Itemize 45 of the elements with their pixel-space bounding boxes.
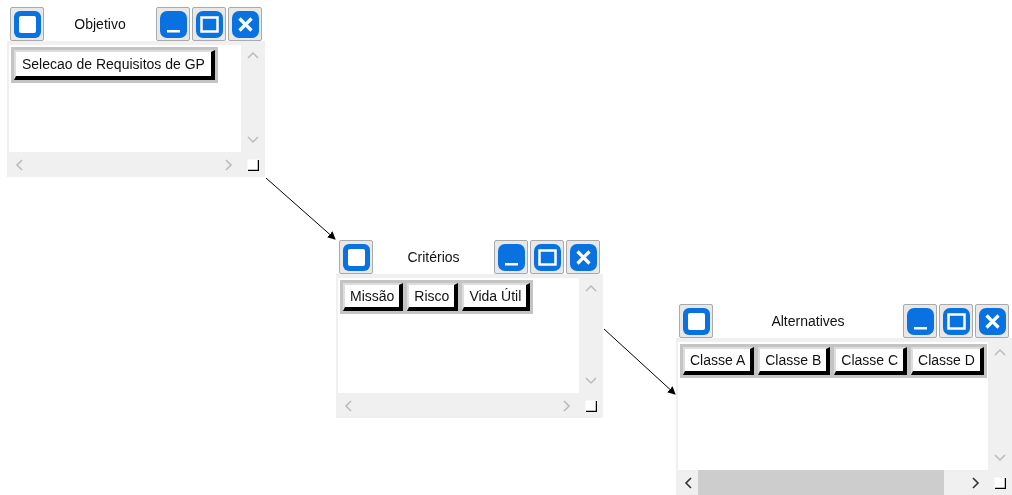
- window-menu-button[interactable]: [339, 240, 373, 274]
- square-icon: [12, 9, 42, 39]
- maximize-button[interactable]: [192, 7, 226, 41]
- minimize-button[interactable]: [156, 7, 190, 41]
- window-menu-button[interactable]: [10, 7, 44, 41]
- item-button[interactable]: Classe D: [911, 347, 984, 375]
- item-button[interactable]: Vida Útil: [462, 283, 531, 311]
- scroll-right-icon[interactable]: [972, 476, 980, 489]
- item-button[interactable]: Classe B: [758, 347, 831, 375]
- minimize-icon: [496, 242, 526, 272]
- maximize-button[interactable]: [939, 304, 973, 338]
- close-button[interactable]: [566, 240, 600, 274]
- resize-grip-icon[interactable]: [247, 158, 259, 171]
- maximize-button[interactable]: [530, 240, 564, 274]
- item-button[interactable]: Risco: [407, 283, 459, 311]
- window-title: Alternatives: [770, 313, 846, 329]
- item-button[interactable]: Classe C: [834, 347, 908, 375]
- item-button[interactable]: Classe A: [683, 347, 755, 375]
- resize-grip-icon[interactable]: [585, 399, 597, 412]
- node-window[interactable]: Alternatives Classe A Classe B Classe C Classe D: [676, 304, 1012, 495]
- minimize-icon: [905, 306, 935, 336]
- close-icon: [977, 306, 1007, 336]
- minimize-icon: [158, 9, 188, 39]
- maximize-icon: [532, 242, 562, 272]
- node-window[interactable]: Critérios Missão Risco Vida Útil: [336, 240, 603, 418]
- close-icon: [230, 9, 260, 39]
- item-button[interactable]: Selecao de Requisitos de GP: [14, 50, 215, 80]
- close-button[interactable]: [228, 7, 262, 41]
- node-window[interactable]: Objetivo Selecao de Requisitos de GP: [7, 7, 265, 177]
- square-icon: [341, 242, 371, 272]
- window-title: Critérios: [406, 249, 461, 265]
- window-title: Objetivo: [73, 16, 127, 32]
- close-icon: [568, 242, 598, 272]
- scroll-thumb[interactable]: [698, 470, 944, 495]
- square-icon: [681, 306, 711, 336]
- resize-grip-icon[interactable]: [994, 476, 1006, 489]
- maximize-icon: [941, 306, 971, 336]
- item-button[interactable]: Missão: [343, 283, 404, 311]
- connector-arrow: [265, 177, 336, 240]
- scroll-left-icon[interactable]: [684, 476, 692, 489]
- minimize-button[interactable]: [903, 304, 937, 338]
- window-menu-button[interactable]: [679, 304, 713, 338]
- maximize-icon: [194, 9, 224, 39]
- minimize-button[interactable]: [494, 240, 528, 274]
- close-button[interactable]: [975, 304, 1009, 338]
